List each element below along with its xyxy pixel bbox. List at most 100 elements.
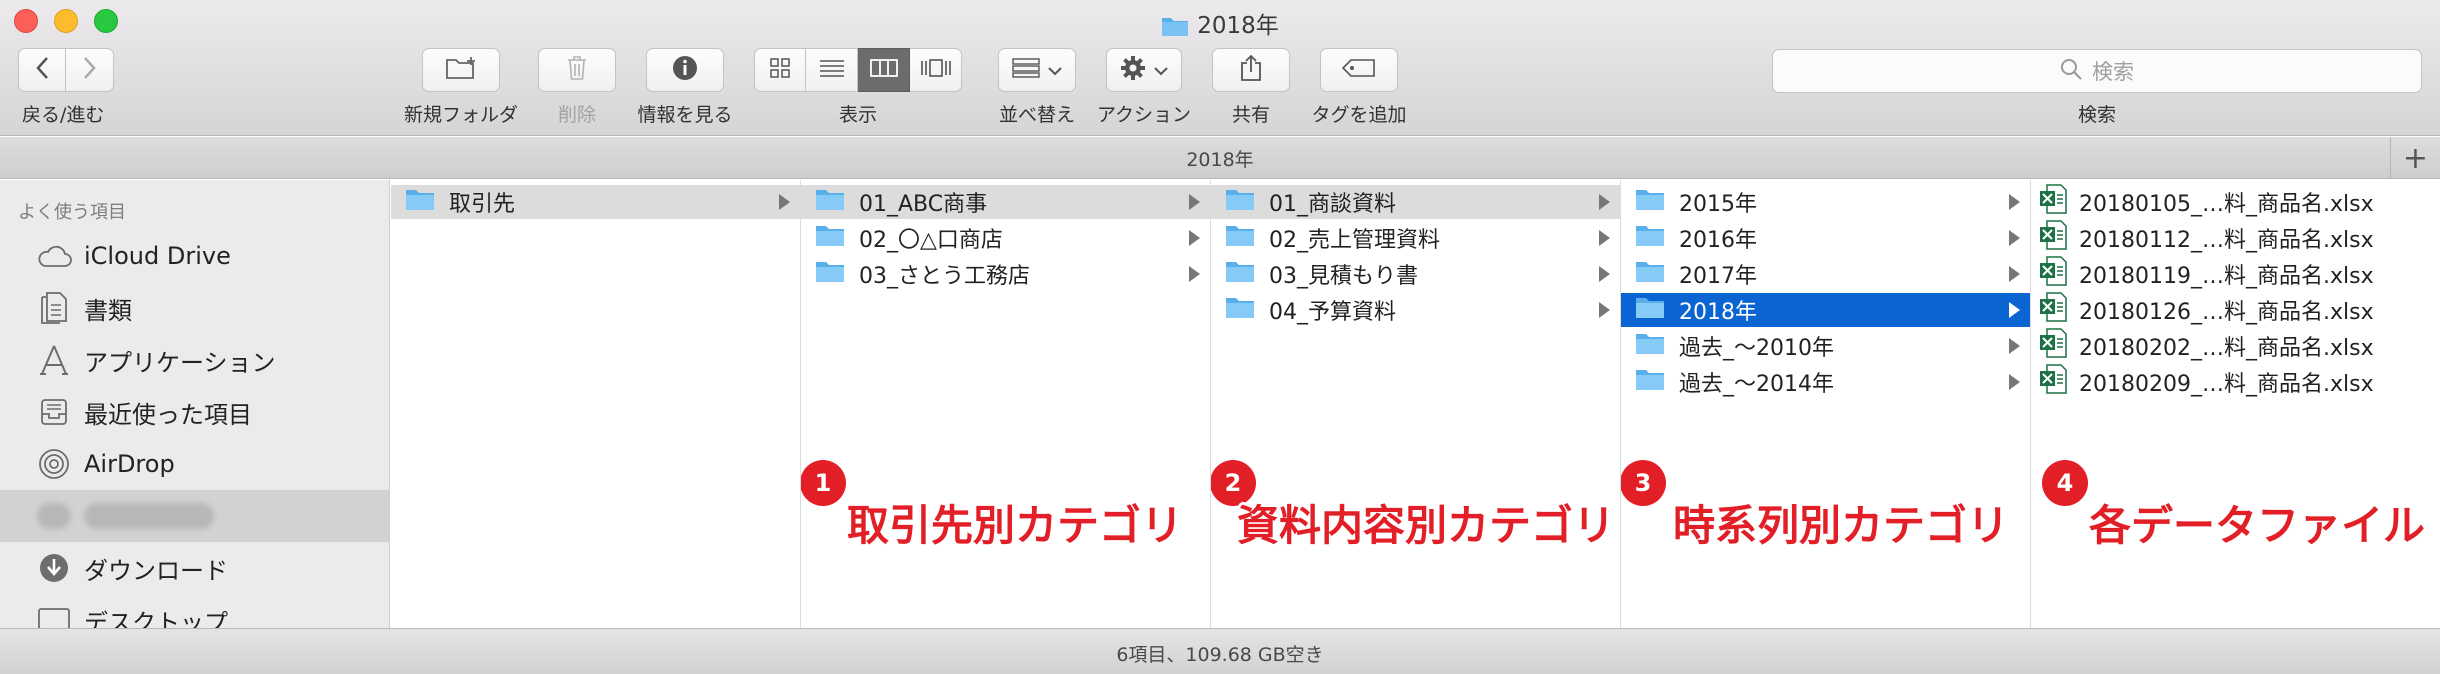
chevron-right-icon — [83, 56, 97, 84]
folder-row[interactable]: 03_さとう工務店 — [801, 257, 1210, 291]
add-tag-label: タグを追加 — [1311, 104, 1407, 126]
tab-title[interactable]: 2018年 — [0, 145, 2440, 172]
folder-icon — [1161, 15, 1189, 43]
sidebar-item-applications[interactable]: アプリケーション — [0, 334, 389, 386]
file-row[interactable]: 20180202_…料_商品名.xlsx — [2031, 328, 2440, 363]
tag-icon — [1341, 59, 1376, 81]
search-input[interactable]: 検索 — [1772, 49, 2422, 93]
view-gallery-button[interactable] — [910, 48, 962, 92]
delete-button[interactable] — [538, 48, 616, 92]
view-column-button[interactable] — [858, 48, 910, 92]
folder-row[interactable]: 02_売上管理資料 — [1211, 221, 1620, 255]
trash-icon — [566, 55, 588, 85]
window-title: 2018年 — [0, 6, 2440, 43]
action-button[interactable] — [1106, 48, 1182, 92]
folder-row[interactable]: 01_ABC商事 — [801, 185, 1210, 219]
browser-column-4[interactable]: 2015年 2016年 2017年 2018年 過去_〜2010年 過去_〜20… — [1621, 180, 2031, 628]
disclosure-arrow-icon — [2009, 230, 2020, 246]
folder-row[interactable]: 02_〇△口商店 — [801, 221, 1210, 255]
back-button[interactable] — [18, 48, 66, 92]
sidebar-item-home[interactable] — [0, 490, 389, 542]
folder-row[interactable]: 取引先 — [391, 185, 800, 219]
annotation-text-2: 資料内容別カテゴリ — [1237, 501, 1616, 550]
folder-name: 02_〇△口商店 — [859, 228, 1003, 253]
excel-file-icon — [2039, 364, 2067, 400]
arrange-button[interactable] — [998, 48, 1076, 92]
excel-file-icon — [2039, 292, 2067, 328]
sidebar-item-desktop[interactable]: デスクトップ — [0, 594, 389, 628]
file-row[interactable]: 20180209_…料_商品名.xlsx — [2031, 364, 2440, 400]
share-button[interactable] — [1212, 48, 1290, 92]
new-folder-button[interactable] — [422, 48, 500, 92]
browser-column-5[interactable]: 20180105_…料_商品名.xlsx 20180112_…料_商品名.xls… — [2031, 180, 2440, 628]
folder-name: 過去_〜2010年 — [1679, 336, 1834, 361]
get-info-button[interactable] — [646, 48, 724, 92]
add-tag-button[interactable] — [1320, 48, 1398, 92]
excel-file-icon — [2039, 256, 2067, 292]
get-info-label: 情報を見る — [637, 104, 733, 126]
view-list-button[interactable] — [806, 48, 858, 92]
disclosure-arrow-icon — [1599, 302, 1610, 318]
folder-name: 04_予算資料 — [1269, 300, 1396, 325]
browser-column-3[interactable]: 01_商談資料 02_売上管理資料 03_見積もり書 04_予算資料 2 資料内… — [1211, 180, 1621, 628]
desktop-icon — [34, 600, 74, 628]
folder-name: 2017年 — [1679, 264, 1757, 289]
disclosure-arrow-icon — [1599, 266, 1610, 282]
file-row[interactable]: 20180119_…料_商品名.xlsx — [2031, 256, 2440, 292]
annotation-text-4: 各データファイル — [2089, 501, 2426, 550]
folder-row[interactable]: 01_商談資料 — [1211, 185, 1620, 219]
file-name: 20180105_…料_商品名.xlsx — [2079, 192, 2374, 217]
folder-icon — [815, 223, 845, 253]
disclosure-arrow-icon — [2009, 374, 2020, 390]
applications-icon — [34, 340, 74, 380]
sidebar-item-recents[interactable]: 最近使った項目 — [0, 386, 389, 438]
action-label: アクション — [1096, 104, 1192, 126]
back-forward-label: 戻る/進む — [22, 104, 105, 126]
chevron-left-icon — [35, 56, 49, 84]
folder-name: 2016年 — [1679, 228, 1757, 253]
home-icon — [34, 496, 74, 536]
sidebar-item-icloud-drive[interactable]: iCloud Drive — [0, 230, 389, 282]
add-tab-button[interactable]: + — [2390, 137, 2440, 179]
folder-name: 2018年 — [1679, 300, 1757, 325]
folder-icon — [1635, 367, 1665, 397]
file-row[interactable]: 20180105_…料_商品名.xlsx — [2031, 184, 2440, 219]
forward-button[interactable] — [66, 48, 114, 92]
folder-name: 2015年 — [1679, 192, 1757, 217]
browser-column-2[interactable]: 01_ABC商事 02_〇△口商店 03_さとう工務店 1 取引先別カテゴリ — [801, 180, 1211, 628]
folder-row[interactable]: 04_予算資料 — [1211, 293, 1620, 327]
folder-icon — [1225, 187, 1255, 217]
sidebar-item-airdrop[interactable]: AirDrop — [0, 438, 389, 490]
grid-icon — [770, 58, 790, 82]
folder-row[interactable]: 過去_〜2010年 — [1621, 329, 2030, 363]
search-icon — [2060, 58, 2082, 85]
file-row[interactable]: 20180126_…料_商品名.xlsx — [2031, 292, 2440, 328]
folder-row[interactable]: 03_見積もり書 — [1211, 257, 1620, 291]
folder-row[interactable]: 過去_〜2014年 — [1621, 365, 2030, 399]
disclosure-arrow-icon — [1189, 266, 1200, 282]
disclosure-arrow-icon — [2009, 338, 2020, 354]
folder-icon — [405, 187, 435, 217]
view-icon-button[interactable] — [754, 48, 806, 92]
folder-row[interactable]: 2016年 — [1621, 221, 2030, 255]
folder-row[interactable]: 2017年 — [1621, 257, 2030, 291]
disclosure-arrow-icon — [779, 194, 790, 210]
file-row[interactable]: 20180112_…料_商品名.xlsx — [2031, 220, 2440, 255]
file-name: 20180126_…料_商品名.xlsx — [2079, 300, 2374, 325]
folder-icon — [1635, 295, 1665, 325]
sidebar-section-favorites: よく使う項目 — [18, 202, 126, 223]
folder-name: 02_売上管理資料 — [1269, 228, 1440, 253]
folder-icon — [1635, 331, 1665, 361]
sidebar-item-documents[interactable]: 書類 — [0, 282, 389, 334]
sidebar: よく使う項目 iCloud Drive 書類 アプリケーション 最近使った項目 … — [0, 180, 390, 628]
folder-row[interactable]: 2015年 — [1621, 185, 2030, 219]
toolbar: 2018年 戻る/進む 新規フォルダ 削除 情報を見る 表示 並べ替え アクショ… — [0, 0, 2440, 136]
share-icon — [1240, 54, 1262, 86]
folder-icon — [1225, 223, 1255, 253]
browser-column-1[interactable]: 取引先 — [391, 180, 801, 628]
new-folder-label: 新規フォルダ — [403, 104, 518, 126]
folder-row-selected[interactable]: 2018年 — [1621, 293, 2030, 327]
gear-icon — [1120, 55, 1146, 85]
folder-icon — [815, 259, 845, 289]
sidebar-item-downloads[interactable]: ダウンロード — [0, 542, 389, 594]
